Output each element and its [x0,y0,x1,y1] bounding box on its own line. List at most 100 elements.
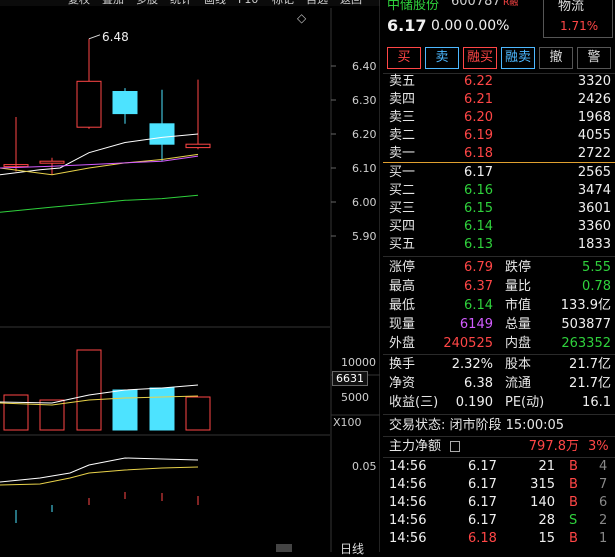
macd-panel [0,457,199,523]
price-change-pct: 0.00% [465,18,510,34]
scroll-indicator[interactable] [276,544,292,552]
candle-body [149,123,175,145]
net-flow-label[interactable]: 主力净额 [389,437,441,456]
ask-row[interactable]: 卖二 6.19 4055 [383,127,615,145]
tick-side: B [569,459,578,474]
ask-label: 卖五 [389,74,416,89]
tick-time: 14:56 [389,459,427,474]
sell-button[interactable]: 卖 [425,47,459,69]
bid-row[interactable]: 买四 6.14 3360 [383,218,615,236]
ask-volume: 3320 [577,74,611,89]
bid-row[interactable]: 买三 6.15 3601 [383,200,615,218]
tick-count: 6 [599,495,608,510]
tick-side: S [569,513,578,528]
price-tick-label: 6.20 [352,128,377,141]
bid-label: 买三 [389,201,416,216]
tick-row: 14:56 6.17 140 B 6 [383,494,615,512]
turnover-value: 2.32% [451,357,493,372]
toolbar-tab[interactable]: 叠加 [102,0,124,6]
stock-name: 中储股份 [387,0,440,13]
volume-bars [0,349,211,431]
toolbar-tab[interactable]: 复权 [68,0,90,6]
margin-buy-button[interactable]: 融买 [463,47,497,69]
tick-price: 6.17 [468,513,497,528]
bid-label: 买四 [389,219,416,234]
sector-name: 物流 [558,0,585,14]
tick-volume: 21 [538,459,555,474]
bid-row[interactable]: 买五 6.13 1833 [383,236,615,254]
ma60-line [0,194,199,213]
price-tick-label: 6.30 [352,94,377,107]
cancel-button[interactable]: 撤 [539,47,573,69]
limit-down-value: 5.55 [582,260,611,275]
tick-count: 4 [599,459,608,474]
bid-label: 买二 [389,183,416,198]
volume-cursor-label: 6631 [332,371,368,386]
quote-panel: 中储股份 600787 R融 物流 1.71% 6.17 0.00 0.00% … [383,0,615,552]
toolbar-tab[interactable]: 自选 [306,0,328,6]
bid-price: 6.16 [464,183,493,198]
toolbar-tab[interactable]: 画线 [204,0,226,6]
margin-sell-button[interactable]: 融卖 [501,47,535,69]
ask-row[interactable]: 卖三 6.20 1968 [383,109,615,127]
volume-bar [149,387,175,431]
ask-price: 6.18 [464,146,493,161]
outer-label: 外盘 [389,336,416,351]
ask-row[interactable]: 卖四 6.21 2426 [383,91,615,109]
tick-row: 14:56 6.17 315 B 7 [383,476,615,494]
period-label[interactable]: 日线 [340,540,364,557]
tick-row: 14:56 6.17 21 B 4 [383,458,615,476]
bid-row[interactable]: 买二 6.16 3474 [383,182,615,200]
margin-badge: R融 [503,0,519,8]
eps-value: 0.190 [455,395,493,410]
settings-diamond-icon[interactable]: ◇ [297,11,306,25]
float-value: 21.7亿 [569,376,611,391]
toolbar-tab[interactable]: F10 [238,0,258,6]
outer-value: 240525 [443,336,493,351]
sector-box[interactable]: 物流 1.71% [543,0,613,38]
candle-body [39,160,65,164]
toolbar-tab[interactable]: 多股 [136,0,158,6]
ask-label: 卖一 [389,146,416,161]
toolbar-tab[interactable]: 标记 [272,0,294,6]
tick-volume: 140 [530,495,555,510]
toolbar-tab[interactable]: 返回 [340,0,362,6]
stock-code: 600787 [451,0,501,9]
volume-tick-label: 10000 [341,356,376,369]
ask-price: 6.21 [464,92,493,107]
vol-ratio-label: 量比 [505,279,532,294]
ask-row[interactable]: 卖一 6.18 2722 [383,145,615,163]
bid-volume: 1833 [577,237,611,252]
bid-price: 6.14 [464,219,493,234]
net-flow-pct: 3% [588,439,609,454]
low-value: 6.14 [464,298,493,313]
book-divider [383,162,615,163]
ask-label: 卖三 [389,110,416,125]
candle-body [76,80,102,128]
volume-bar [3,394,29,431]
tick-time: 14:56 [389,531,427,546]
toolbar-tab[interactable]: 统计 [170,0,192,6]
ask-volume: 4055 [577,128,611,143]
bid-row[interactable]: 买一 6.17 2565 [383,164,615,182]
inner-value: 263352 [561,336,611,351]
high-value: 6.37 [464,279,493,294]
limit-up-value: 6.79 [464,260,493,275]
tick-time: 14:56 [389,477,427,492]
tick-side: B [569,531,578,546]
kline-chart[interactable]: 复权 叠加 多股 统计 画线 F10 标记 自选 返回 6.40 6.30 6.20 6.10 6.00… [0,0,381,556]
bid-price: 6.15 [464,201,493,216]
mkt-cap-value: 133.9亿 [560,298,611,313]
buy-button[interactable]: 买 [387,47,421,69]
mkt-cap-label: 市值 [505,298,532,313]
bid-label: 买一 [389,165,416,180]
high-annotation: 6.48 [102,30,129,44]
pe-label: PE(动) [505,395,545,410]
kline-svg[interactable]: 复权 叠加 多股 统计 画线 F10 标记 自选 返回 6.40 6.30 6.20 6.10 6.00… [0,0,381,552]
bid-label: 买五 [389,237,416,252]
alert-button[interactable]: 警 [577,47,611,69]
tick-side: B [569,495,578,510]
list-icon[interactable] [450,441,460,452]
ask-row[interactable]: 卖五 6.22 3320 [383,73,615,91]
tick-row: 14:56 6.17 28 S 2 [383,512,615,530]
